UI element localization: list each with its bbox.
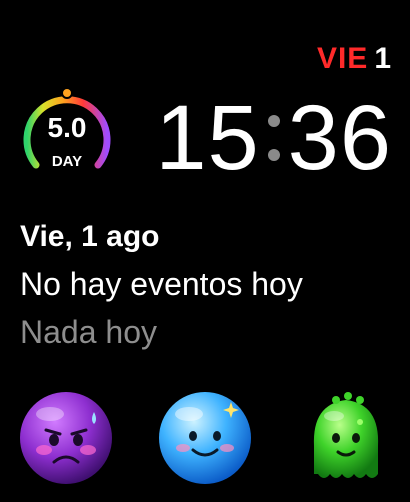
- green-monster-icon[interactable]: [296, 388, 396, 488]
- uv-label: DAY: [51, 153, 83, 170]
- uv-value: 5.0: [47, 112, 87, 143]
- weekday-label: VIE: [316, 42, 369, 75]
- clock-time: 15 36: [155, 88, 392, 188]
- day-number: 1: [374, 42, 392, 75]
- clock-hours: 15: [155, 87, 260, 189]
- uv-index-complication[interactable]: 5.0 DAY: [14, 80, 120, 186]
- calendar-secondary-text[interactable]: Nada hoy: [20, 316, 157, 348]
- clock-colon: [267, 98, 280, 178]
- calendar-date[interactable]: Vie, 1 ago: [20, 222, 160, 252]
- date-complication[interactable]: VIE 1: [317, 44, 392, 74]
- clock-minutes: 36: [287, 87, 392, 189]
- happy-blue-blob-icon[interactable]: [155, 388, 255, 488]
- sad-purple-blob-icon[interactable]: [16, 388, 116, 488]
- calendar-events-text[interactable]: No hay eventos hoy: [20, 268, 303, 300]
